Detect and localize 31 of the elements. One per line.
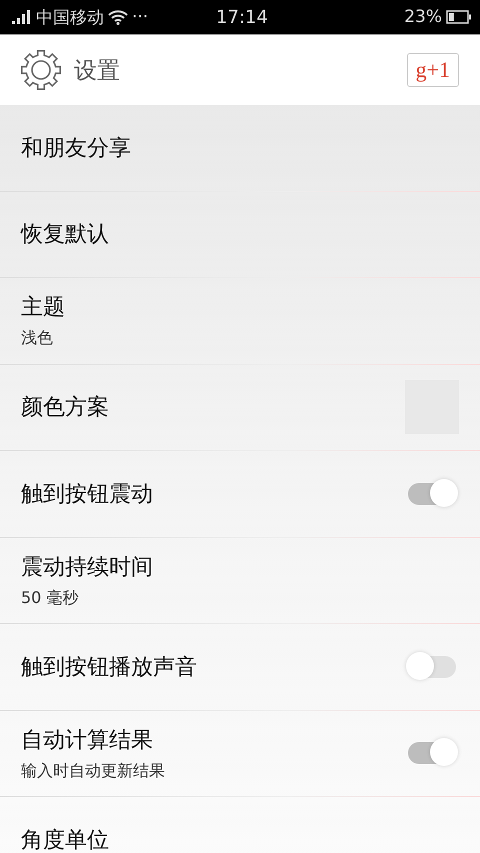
carrier-name: 中国移动: [36, 6, 104, 28]
page-title: 设置: [74, 56, 121, 86]
setting-title: 恢复默认: [21, 221, 110, 250]
setting-title: 角度单位: [21, 826, 110, 853]
battery-percent: 23%: [404, 7, 442, 27]
setting-value: 输入时自动更新结果: [21, 760, 166, 782]
setting-value: 浅色: [21, 328, 54, 350]
google-plus-button[interactable]: g+1: [406, 53, 459, 87]
wifi-icon: [108, 9, 128, 25]
settings-item[interactable]: 触到按钮播放声音: [0, 624, 480, 710]
settings-item[interactable]: 震动持续时间 50 毫秒: [0, 538, 480, 624]
settings-item[interactable]: 和朋友分享: [0, 105, 480, 192]
setting-title: 和朋友分享: [21, 134, 132, 163]
battery-icon: [446, 10, 472, 24]
clock-time: 17:14: [215, 6, 269, 28]
setting-title: 颜色方案: [21, 394, 110, 422]
more-notifications: ···: [132, 7, 148, 27]
setting-title: 触到按钮震动: [21, 480, 154, 509]
settings-icon: [20, 49, 62, 91]
setting-value: 50 毫秒: [21, 588, 80, 609]
signal-icon: [12, 10, 32, 24]
settings-item[interactable]: 触到按钮震动: [0, 451, 480, 538]
settings-item[interactable]: 恢复默认: [0, 192, 480, 278]
settings-item[interactable]: 主题 浅色: [0, 278, 480, 364]
setting-title: 主题: [21, 294, 66, 322]
setting-title: 自动计算结果: [21, 726, 154, 755]
settings-item[interactable]: 角度单位: [0, 797, 480, 853]
setting-title: 震动持续时间: [21, 554, 154, 582]
settings-item[interactable]: 自动计算结果 输入时自动更新结果: [0, 710, 480, 797]
setting-title: 触到按钮播放声音: [21, 654, 198, 682]
settings-item[interactable]: 颜色方案: [0, 364, 480, 451]
